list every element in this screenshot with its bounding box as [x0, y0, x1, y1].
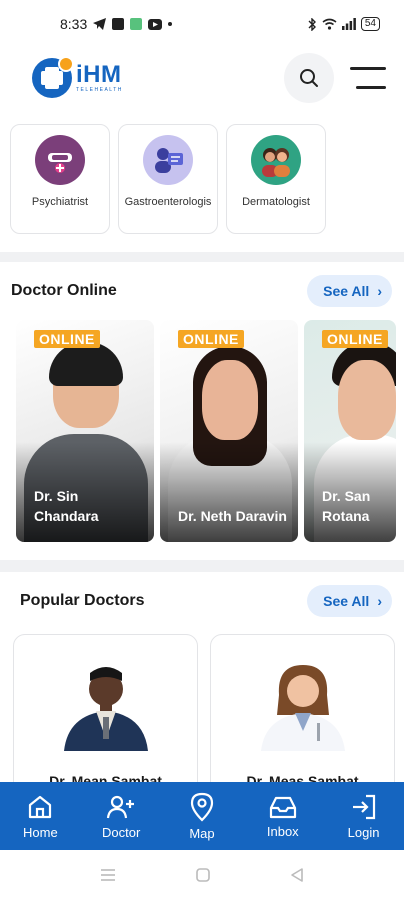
specialty-label: Gastroenterologis: [124, 196, 212, 208]
see-all-online-button[interactable]: See All ›: [307, 275, 392, 307]
status-time: 8:33: [60, 16, 88, 32]
add-user-icon: [107, 795, 135, 818]
menu-line-icon: [356, 86, 386, 89]
specialty-card-gastroenterologist[interactable]: Gastroenterologis: [118, 124, 218, 234]
section-title: Doctor Online: [11, 282, 117, 299]
doctor-avatar: [261, 665, 345, 751]
status-left: 8:33: [60, 16, 173, 32]
status-bar: 8:33 54: [0, 0, 404, 48]
home-square-icon[interactable]: [196, 868, 210, 882]
doctor-name: Dr. Sin Chandara: [34, 488, 99, 524]
doctor-name: Dr. Mean Sambat: [49, 773, 162, 782]
online-doctor-card[interactable]: ONLINE Dr. Neth Daravin: [160, 320, 298, 542]
menu-line-icon: [350, 67, 386, 70]
nav-doctor[interactable]: Doctor: [85, 793, 157, 840]
online-doctor-list[interactable]: ONLINE Dr. Sin Chandara ONLINE Dr. Neth …: [0, 320, 404, 542]
specialty-list[interactable]: Psychiatrist Gastroenterologis Dermatolo…: [10, 124, 394, 234]
doctor-name: Dr. Neth Daravin: [178, 508, 287, 524]
chevron-right-icon: ›: [377, 283, 382, 299]
specialty-card-psychiatrist[interactable]: Psychiatrist: [10, 124, 110, 234]
specialty-label: Psychiatrist: [31, 196, 89, 208]
app-header: iHM TELEHEALTH: [0, 48, 404, 108]
header-actions: [284, 53, 386, 103]
doctor-avatar: [64, 667, 148, 751]
specialty-card-dermatologist[interactable]: Dermatologist: [226, 124, 326, 234]
nav-label: Doctor: [102, 824, 141, 840]
psychiatrist-icon: [35, 135, 85, 185]
dermatologist-icon: [251, 135, 301, 185]
login-icon: [352, 794, 375, 819]
section-header: Popular Doctors See All ›: [0, 584, 404, 618]
logo-title: iHM: [76, 61, 122, 88]
online-doctor-card[interactable]: ONLINE Dr. Sin Chandara: [16, 320, 154, 542]
doctor-name: Dr. Meas Sambat: [246, 773, 359, 782]
logo-mark-icon: [32, 56, 74, 98]
online-badge: ONLINE: [34, 330, 100, 348]
chevron-right-icon: ›: [377, 593, 382, 609]
home-icon: [29, 795, 52, 818]
menu-button[interactable]: [350, 67, 386, 89]
nav-home[interactable]: Home: [4, 793, 76, 840]
doctor-name: Dr. San Rotana: [322, 488, 371, 524]
search-icon: [300, 69, 318, 87]
nav-label: Login: [347, 824, 380, 840]
nav-label: Home: [23, 824, 58, 840]
popular-doctor-card[interactable]: Dr. Meas Sambat: [210, 634, 395, 782]
inbox-icon: [269, 796, 296, 818]
doctor-photo-face: [338, 360, 396, 440]
section-header: Doctor Online See All ›: [0, 274, 404, 308]
signal-icon: [341, 18, 356, 30]
doctor-online-section: Doctor Online See All › ONLINE Dr. Sin C…: [0, 262, 404, 560]
popular-doctor-card[interactable]: Dr. Mean Sambat: [13, 634, 198, 782]
nav-label: Map: [189, 825, 215, 841]
wifi-icon: [322, 18, 337, 30]
bottom-navigation: Home Doctor Map Inbox Login: [0, 782, 404, 850]
doctor-photo-face: [202, 360, 258, 440]
more-notifications-dot: [168, 22, 173, 26]
logo-text: iHM TELEHEALTH: [76, 61, 123, 94]
nav-label: Inbox: [266, 823, 299, 839]
online-badge: ONLINE: [322, 330, 388, 348]
online-doctor-card[interactable]: ONLINE Dr. San Rotana: [304, 320, 396, 542]
nav-map[interactable]: Map: [166, 792, 238, 841]
specialty-label: Dermatologist: [242, 196, 310, 208]
popular-doctors-section: Popular Doctors See All › Dr. Mean Samba…: [0, 572, 404, 782]
facebook-icon: [112, 18, 125, 30]
status-right: 54: [308, 17, 380, 31]
system-navigation-bar: [0, 850, 404, 900]
back-triangle-icon[interactable]: [290, 867, 304, 883]
specialty-section: Psychiatrist Gastroenterologis Dermatolo…: [0, 110, 404, 252]
nav-inbox[interactable]: Inbox: [247, 794, 319, 839]
see-all-label: See All: [323, 593, 370, 609]
app-notification-icon: [130, 18, 143, 30]
youtube-icon: [148, 18, 163, 30]
telegram-icon: [93, 18, 107, 30]
see-all-label: See All: [323, 283, 370, 299]
nav-login[interactable]: Login: [328, 793, 400, 840]
online-badge: ONLINE: [178, 330, 244, 348]
see-all-popular-button[interactable]: See All ›: [307, 585, 392, 617]
search-button[interactable]: [284, 53, 334, 103]
popular-doctor-list[interactable]: Dr. Mean Sambat Dr. Meas Sambat: [0, 634, 404, 782]
map-pin-icon: [190, 792, 214, 822]
battery-indicator: 54: [360, 17, 380, 31]
logo-subtitle: TELEHEALTH: [76, 87, 123, 93]
bluetooth-icon: [308, 17, 316, 31]
gastroenterologist-icon: [143, 135, 193, 185]
main-content[interactable]: Psychiatrist Gastroenterologis Dermatolo…: [0, 110, 404, 782]
section-title: Popular Doctors: [20, 592, 145, 609]
recent-apps-icon[interactable]: [100, 868, 116, 882]
app-logo[interactable]: iHM TELEHEALTH: [32, 56, 123, 98]
